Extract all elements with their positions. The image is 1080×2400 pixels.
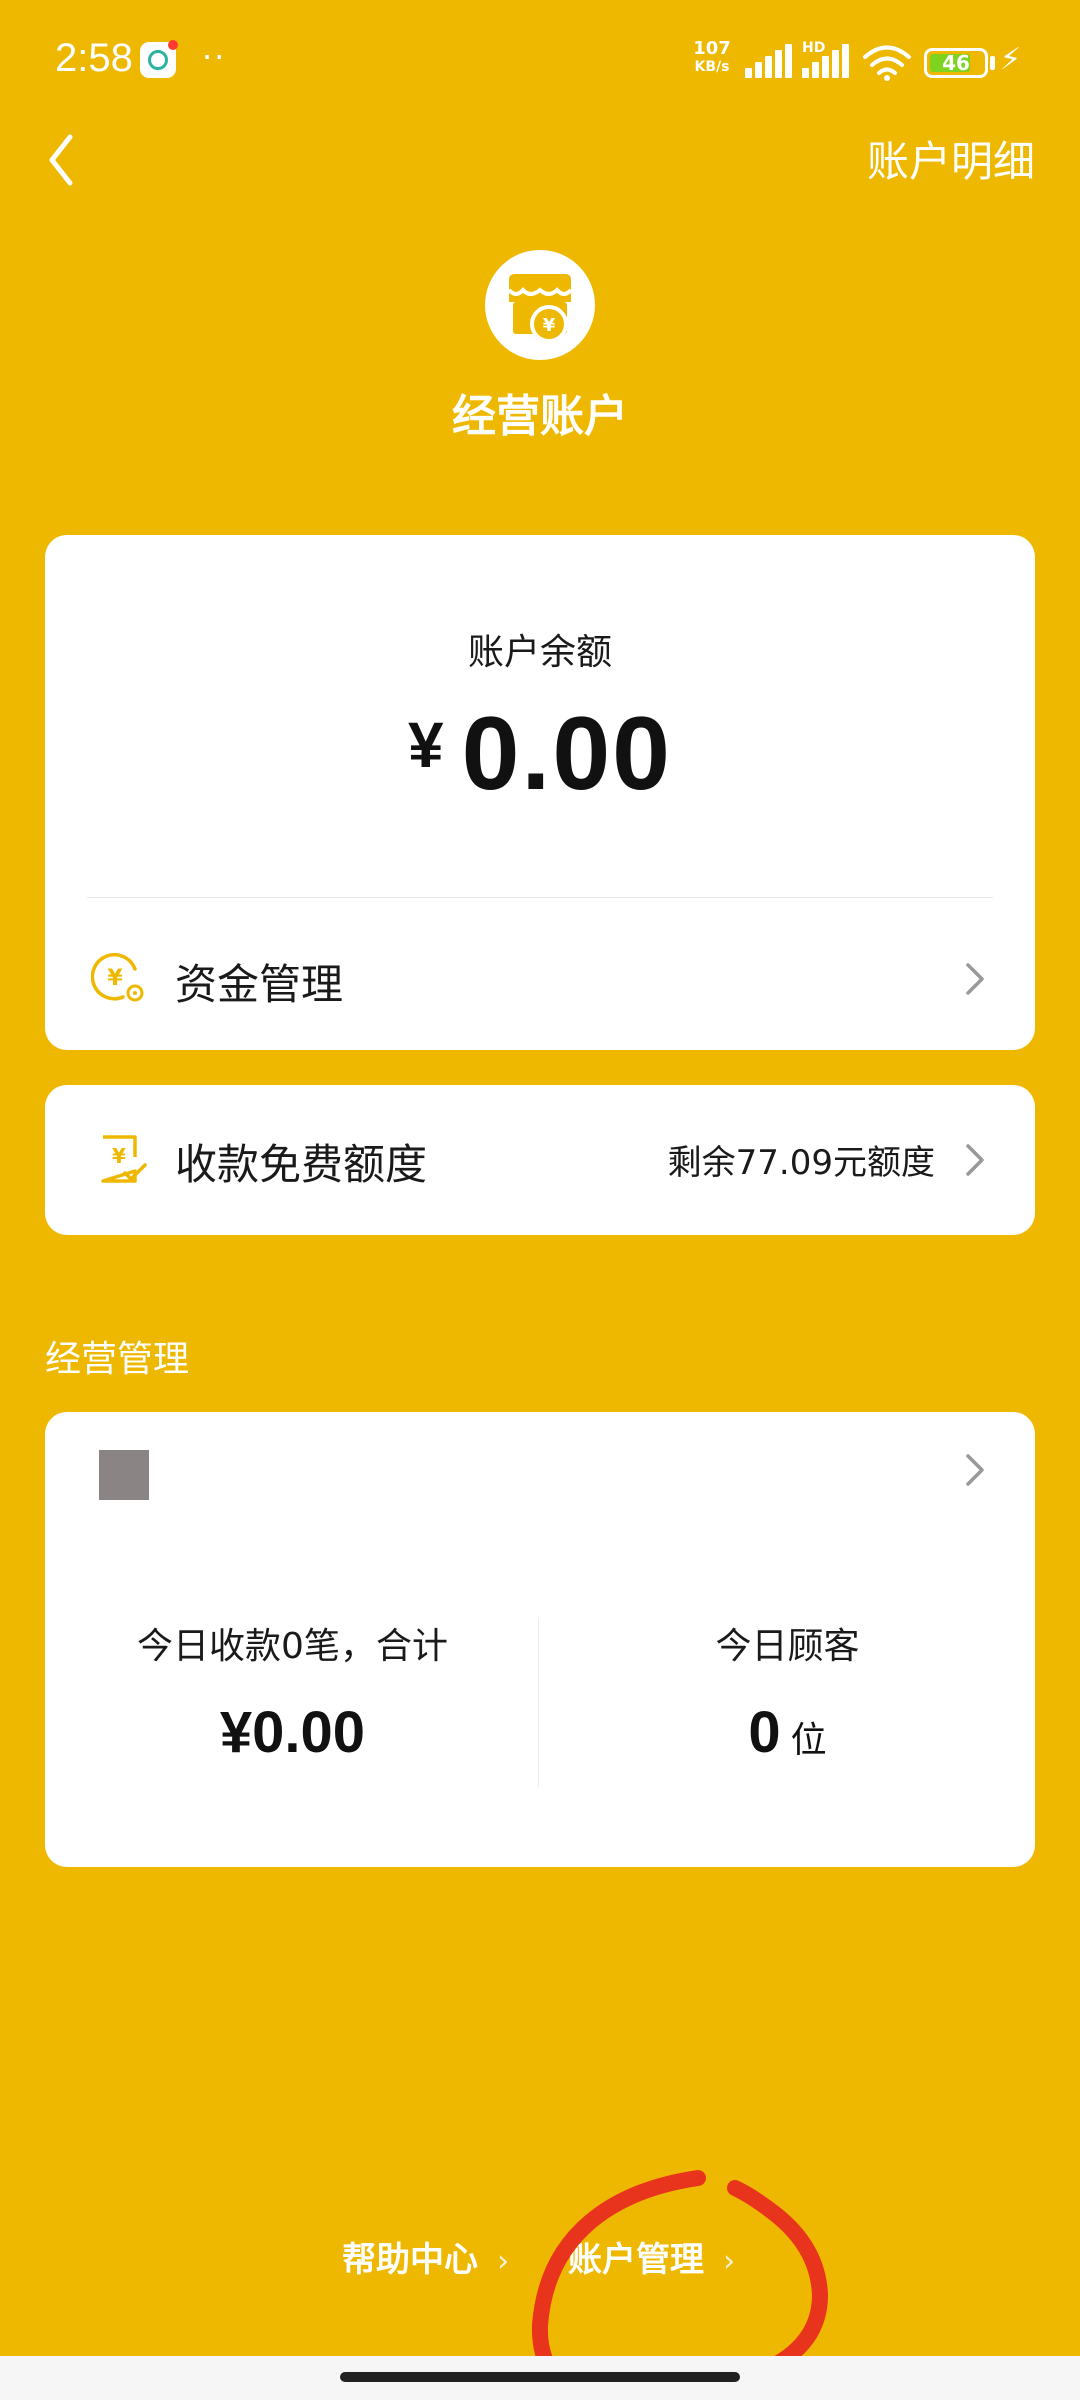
section-title: 经营管理	[45, 1339, 190, 1380]
today-collection-stat: 今日收款0笔，合计 ¥0.00	[45, 1617, 540, 1766]
help-center-link[interactable]: 帮助中心 ›	[342, 2232, 509, 2281]
more-notifications-indicator: ··	[202, 38, 227, 76]
store-avatar	[99, 1450, 149, 1500]
battery-icon: 46	[924, 48, 988, 78]
free-quota-label: 收款免费额度	[175, 1140, 428, 1189]
chevron-right-icon	[966, 963, 984, 995]
network-speed: 107 KB/s	[685, 40, 739, 76]
fund-management-label: 资金管理	[175, 960, 344, 1009]
status-time: 2:58	[55, 36, 133, 80]
page-title: 经营账户	[452, 391, 628, 442]
signal-2-icon	[802, 44, 854, 78]
today-customers-value: 0	[748, 1700, 781, 1765]
svg-text:¥: ¥	[543, 315, 556, 336]
chevron-right-icon	[966, 1144, 984, 1176]
balance-label: 账户余额	[467, 632, 612, 673]
stat-divider	[538, 1617, 539, 1787]
today-customers-unit: 位	[790, 1719, 827, 1760]
network-speed-unit: KB/s	[694, 59, 730, 75]
account-detail-link[interactable]: 账户明细	[867, 128, 1035, 189]
fund-management-row[interactable]: ¥ 资金管理	[45, 905, 1035, 1050]
business-card[interactable]: 今日收款0笔，合计 ¥0.00 今日顾客 0位	[45, 1412, 1035, 1867]
today-collection-label: 今日收款0笔，合计	[137, 1626, 448, 1667]
receipt-yen-icon: ¥	[101, 1135, 147, 1183]
battery-tip	[990, 56, 995, 70]
card-divider	[87, 897, 993, 898]
balance-value: 0.00	[461, 696, 672, 812]
free-quota-remaining: 剩余77.09元额度	[667, 1143, 935, 1183]
system-nav-bar	[0, 2356, 1080, 2400]
free-quota-card[interactable]: ¥ 收款免费额度 剩余77.09元额度	[45, 1085, 1035, 1235]
yen-coin-gear-icon: ¥	[91, 953, 144, 1002]
balance-card: 账户余额 ¥0.00 ¥ 资金管理	[45, 535, 1035, 1050]
signal-1-icon	[745, 44, 797, 78]
today-customers-stat: 今日顾客 0位	[540, 1617, 1035, 1766]
charging-bolt-icon: ⚡	[1000, 42, 1022, 77]
back-arrow-icon[interactable]	[40, 125, 110, 195]
wifi-icon	[863, 45, 911, 81]
today-customers-label: 今日顾客	[715, 1626, 860, 1667]
app-notification-icon	[140, 40, 178, 78]
chevron-right-icon: ›	[497, 2244, 510, 2279]
store-coin-icon: ¥	[485, 250, 595, 360]
status-bar: 2:58 ·· 107 KB/s HD 46 ⚡	[0, 0, 1080, 125]
home-indicator[interactable]	[340, 2372, 740, 2382]
svg-text:¥: ¥	[112, 1144, 126, 1168]
balance-amount: ¥0.00	[45, 695, 1035, 814]
help-center-label: 帮助中心	[342, 2240, 478, 2280]
balance-currency: ¥	[407, 709, 444, 781]
chevron-right-icon	[966, 1454, 984, 1486]
today-customers-count: 0位	[540, 1699, 1035, 1766]
svg-text:¥: ¥	[107, 966, 123, 991]
battery-percent: 46	[942, 51, 970, 75]
today-collection-amount: ¥0.00	[219, 1700, 366, 1765]
network-speed-value: 107	[693, 38, 731, 59]
